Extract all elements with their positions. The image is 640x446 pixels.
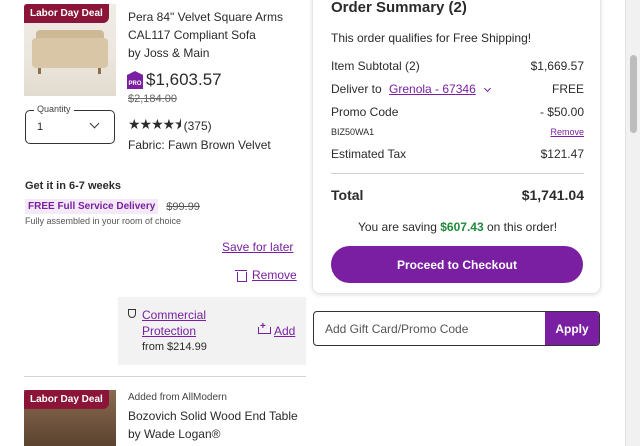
quantity-select[interactable]: Quantity 1 [25, 104, 115, 144]
saving-amount: $607.43 [440, 220, 484, 234]
product-brand[interactable]: by Wade Logan® [128, 425, 298, 443]
sofa-seat-shape [32, 38, 108, 68]
sofa-leg [98, 68, 101, 74]
promo-code-form: Apply [313, 311, 600, 346]
savings-note: You are saving $607.43 on this order! [313, 220, 602, 234]
saving-prefix: You are saving [357, 220, 437, 234]
total-value: $1,741.04 [521, 187, 584, 203]
order-summary-card: Order Summary (2) This order qualifies f… [312, 0, 601, 294]
promo-row: Promo Code - $50.00 [331, 105, 584, 119]
promo-value: - $50.00 [539, 105, 584, 119]
star-rating-icon: ★★★★⯨ [128, 116, 182, 132]
protection-price: from $214.99 [142, 341, 207, 353]
remove-item-button[interactable]: Remove [235, 268, 297, 282]
proceed-to-checkout-button[interactable]: Proceed to Checkout [331, 246, 583, 283]
delivery-tag-row: FREE Full Service Delivery $99.99 [25, 199, 200, 214]
apply-promo-button[interactable]: Apply [545, 312, 599, 345]
cart-add-icon [256, 321, 271, 337]
remove-promo-link[interactable]: Remove [550, 127, 584, 137]
subtotal-row: Item Subtotal (2) $1,669.57 [331, 59, 584, 73]
promo-label: Promo Code [331, 105, 399, 119]
remove-label: Remove [252, 268, 297, 282]
was-price: $2,184.00 [128, 93, 177, 105]
labor-day-badge: Labor Day Deal [24, 390, 109, 409]
price-row: PRO $1,603.57 [127, 70, 222, 90]
product-brand[interactable]: by Joss & Main [128, 44, 298, 62]
promo-code-input[interactable] [314, 312, 547, 345]
page-scrollbar[interactable] [625, 0, 640, 446]
quantity-value: 1 [37, 121, 44, 133]
product-price: $1,603.57 [146, 70, 222, 89]
promo-code-row: BIZ50WA1 Remove [331, 127, 584, 137]
free-delivery-tag: FREE Full Service Delivery [25, 199, 159, 214]
scrollbar-thumb[interactable] [630, 55, 637, 133]
chevron-down-icon [89, 118, 100, 129]
end-table-product-image[interactable]: Labor Day Deal [24, 390, 116, 446]
add-protection-label: Add [274, 324, 296, 338]
fabric-option: Fabric: Fawn Brown Velvet [128, 138, 271, 152]
deliver-group: Deliver to Grenola - 67346 [331, 82, 492, 96]
tax-label: Estimated Tax [331, 147, 407, 161]
rating-count: (375) [183, 119, 212, 133]
add-protection-button[interactable]: Add [256, 321, 296, 338]
deliver-value: FREE [551, 82, 584, 96]
protection-plan-box: Commercial Protection from $214.99 Add [118, 297, 306, 365]
subtotal-label: Item Subtotal (2) [331, 59, 420, 73]
product-title[interactable]: Pera 84" Velvet Square Arms CAL117 Compl… [128, 8, 298, 44]
subtotal-value: $1,669.57 [530, 59, 584, 73]
delivery-estimate: Get it in 6-7 weeks [25, 180, 121, 192]
trash-icon [235, 269, 248, 282]
delivery-note: Fully assembled in your room of choice [25, 216, 182, 226]
delivery-old-price: $99.99 [166, 200, 200, 213]
total-label: Total [331, 187, 364, 203]
product-title[interactable]: Bozovich Solid Wood End Table [128, 407, 298, 425]
commercial-protection-link[interactable]: Commercial Protection [142, 307, 232, 339]
shield-icon [128, 309, 136, 318]
tax-value: $121.47 [540, 147, 584, 161]
deliver-row: Deliver to Grenola - 67346 FREE [331, 82, 584, 96]
order-summary-title: Order Summary (2) [331, 0, 467, 16]
delivery-location-link[interactable]: Grenola - 67346 [389, 82, 476, 96]
deliver-label: Deliver to [331, 82, 382, 96]
tax-row: Estimated Tax $121.47 [331, 147, 584, 161]
pro-badge-icon: PRO [127, 71, 143, 89]
saving-suffix: on this order! [486, 220, 558, 234]
quantity-label: Quantity [34, 104, 74, 114]
chevron-down-icon[interactable] [484, 84, 492, 93]
save-for-later-link[interactable]: Save for later [222, 240, 293, 254]
labor-day-badge: Labor Day Deal [24, 4, 109, 23]
item-divider [24, 376, 306, 377]
sofa-product-image[interactable]: Labor Day Deal [24, 4, 116, 96]
summary-divider [331, 173, 584, 174]
cart-items: Labor Day Deal Pera 84" Velvet Square Ar… [0, 0, 310, 446]
free-shipping-note: This order qualifies for Free Shipping! [331, 31, 532, 45]
rating[interactable]: ★★★★⯨ (375) [128, 114, 212, 138]
total-row: Total $1,741.04 [331, 187, 584, 203]
sofa-leg [38, 68, 41, 74]
promo-code: BIZ50WA1 [331, 127, 375, 137]
added-from-label: Added from AllModern [128, 392, 227, 403]
